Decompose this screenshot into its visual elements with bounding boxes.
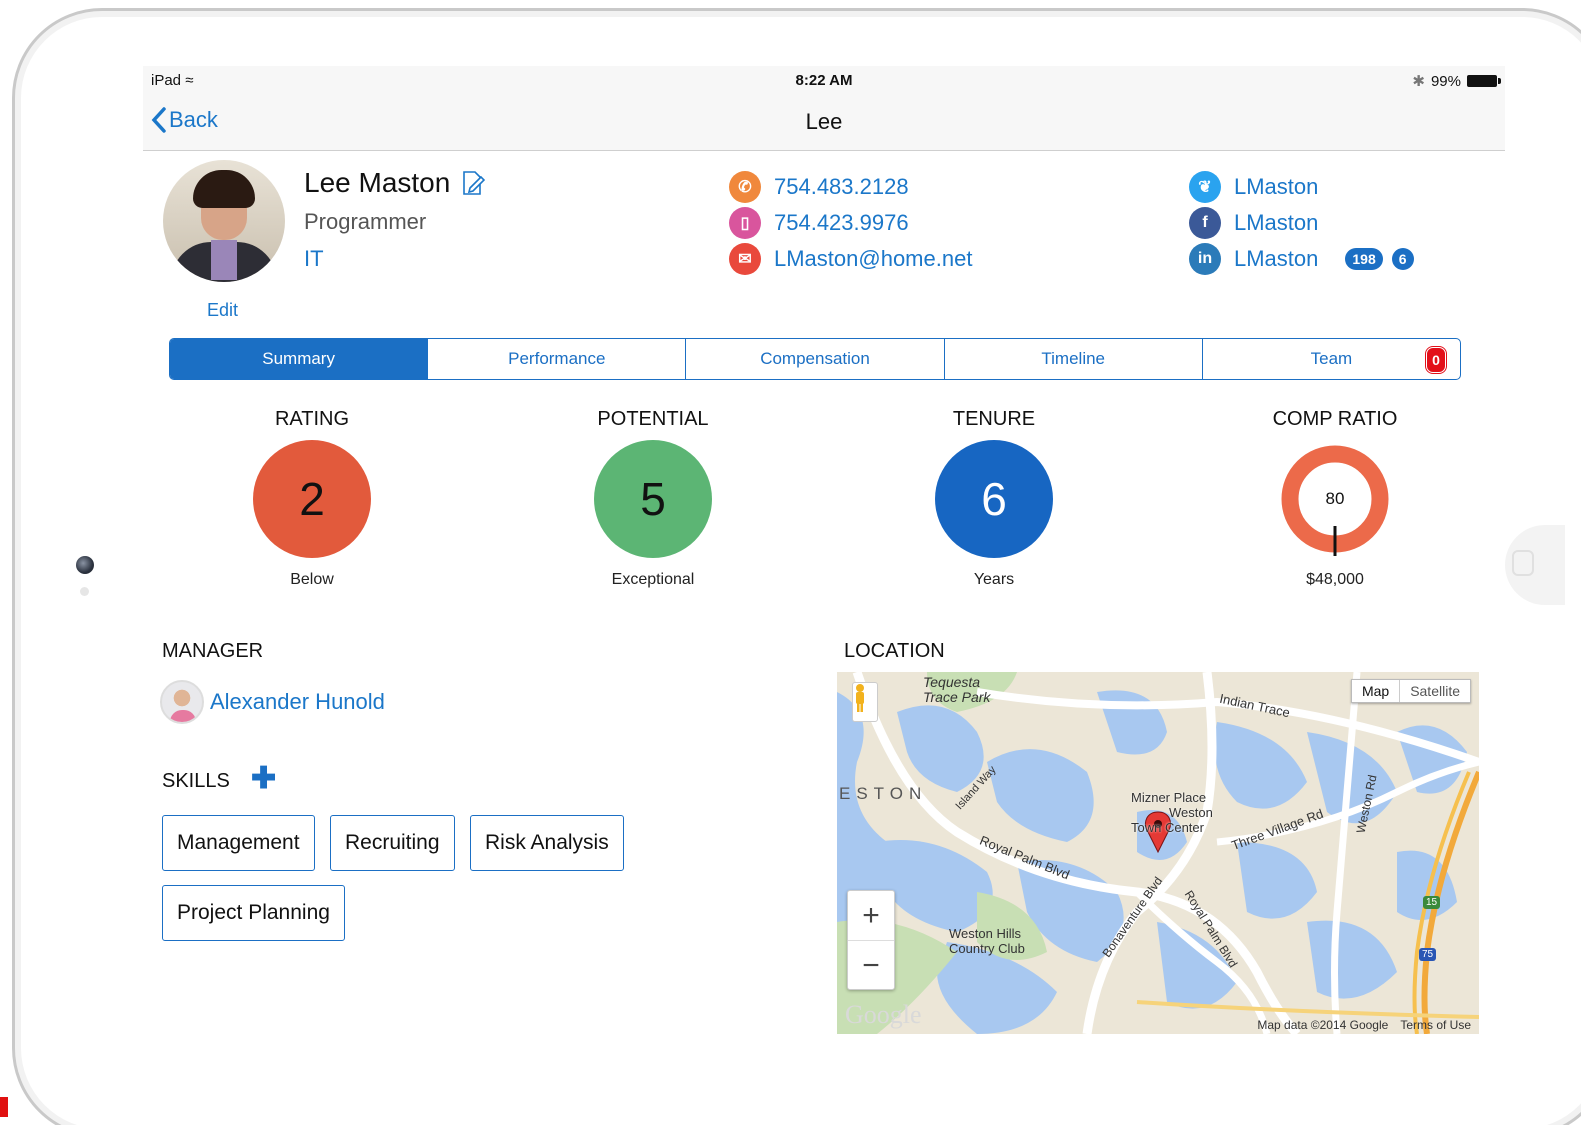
satellite-view-button[interactable]: Satellite — [1400, 680, 1470, 702]
tab-compensation[interactable]: Compensation — [686, 339, 945, 379]
add-skill-icon[interactable]: ✚ — [251, 764, 276, 794]
mobile-contact[interactable]: ▯ 754.423.9976 — [729, 207, 909, 239]
edit-icon[interactable] — [460, 170, 486, 196]
location-map[interactable]: Tequesta Trace Park Indian Trace ESTON I… — [837, 672, 1479, 1034]
profile-department[interactable]: IT — [304, 246, 324, 272]
linkedin-messages-badge: 6 — [1391, 248, 1414, 270]
tenure-sub: Years — [973, 571, 1015, 588]
status-time: 8:22 AM — [795, 72, 853, 89]
terms-link[interactable]: Terms of Use — [1400, 1018, 1471, 1032]
linkedin-contact[interactable]: in LMaston 198 6 — [1189, 243, 1414, 275]
street-view-icon[interactable] — [852, 682, 878, 722]
tab-summary[interactable]: Summary — [170, 339, 429, 379]
map-footer: Map data ©2014 Google Terms of Use — [1257, 1018, 1471, 1032]
comp-ratio-label: COMP RATIO — [1272, 408, 1398, 430]
corner-mark — [0, 1097, 8, 1117]
tenure-metric: TENURE 6 Years — [894, 408, 1094, 589]
zoom-in-button[interactable]: + — [848, 891, 894, 941]
rating-metric: RATING 2 Below — [212, 408, 412, 589]
camera-icon — [76, 556, 94, 574]
email-icon: ✉ — [729, 243, 761, 275]
rating-sub: Below — [290, 571, 334, 588]
tab-team[interactable]: Team 0 — [1203, 339, 1460, 379]
interstate-75-shield: 75 — [1419, 948, 1437, 961]
app-screen: iPad ≈ 8:22 AM ✱ 99% Back Lee Edit Lee M… — [143, 66, 1505, 1076]
profile-title: Programmer — [304, 209, 427, 234]
map-label-weston-2: Weston — [1169, 805, 1213, 820]
facebook-contact[interactable]: f LMaston — [1189, 207, 1318, 239]
battery-icon — [1467, 75, 1501, 87]
skill-chip-management[interactable]: Management — [162, 815, 315, 871]
nav-title: Lee — [805, 109, 843, 134]
team-count-badge: 0 — [1426, 347, 1447, 373]
rating-circle[interactable]: 2 — [253, 440, 371, 558]
twitter-handle: LMaston — [1234, 174, 1319, 199]
edit-photo-link[interactable]: Edit — [207, 300, 238, 321]
skill-chip-recruiting[interactable]: Recruiting — [330, 815, 455, 871]
battery-percent: 99% — [1430, 72, 1461, 90]
facebook-icon: f — [1189, 207, 1221, 239]
profile-avatar — [163, 160, 285, 282]
tab-performance[interactable]: Performance — [428, 339, 687, 379]
map-attribution: Map data ©2014 Google — [1257, 1018, 1389, 1032]
tab-timeline[interactable]: Timeline — [945, 339, 1203, 379]
comp-ratio-value: 80 — [1325, 489, 1345, 508]
comp-ratio-metric: COMP RATIO 80 $48,000 — [1235, 408, 1435, 589]
tab-bar: Summary Performance Compensation Timelin… — [169, 338, 1461, 380]
potential-metric: POTENTIAL 5 Exceptional — [553, 408, 753, 589]
sensor-dot — [80, 587, 89, 596]
mobile-icon: ▯ — [729, 207, 761, 239]
linkedin-icon: in — [1189, 243, 1221, 275]
facebook-handle: LMaston — [1234, 210, 1319, 235]
map-label-town-center: Town Center — [1131, 820, 1204, 835]
email-contact[interactable]: ✉ LMaston@home.net — [729, 243, 972, 275]
map-label-weston: ESTON — [839, 784, 928, 803]
map-label-mizner-1: Mizner Place — [1131, 790, 1207, 805]
twitter-contact[interactable]: ❦ LMaston — [1189, 171, 1318, 203]
rating-label: RATING — [274, 408, 350, 430]
map-label-park: Tequesta Trace Park — [923, 674, 991, 705]
profile-name-row: Lee Maston — [304, 167, 486, 199]
route-15-shield: 15 — [1423, 896, 1441, 909]
zoom-control: + − — [847, 890, 895, 990]
linkedin-connections-badge: 198 — [1345, 248, 1383, 270]
profile-name: Lee Maston — [304, 167, 451, 198]
mobile-number: 754.423.9976 — [774, 210, 909, 235]
map-type-toggle: Map Satellite — [1350, 679, 1471, 703]
map-tiles — [837, 672, 1479, 1034]
bluetooth-icon: ✱ — [1412, 73, 1425, 90]
phone-number: 754.483.2128 — [774, 174, 909, 199]
status-bar: iPad ≈ 8:22 AM ✱ 99% — [143, 66, 1505, 94]
status-right: ✱ 99% — [1412, 72, 1501, 90]
twitter-icon: ❦ — [1189, 171, 1221, 203]
map-label-mizner: Mizner Place Weston Town Center — [1131, 790, 1213, 835]
location-heading: LOCATION — [844, 640, 945, 662]
map-label-hills: Weston Hills Country Club — [949, 926, 1025, 956]
skill-chip-project-planning[interactable]: Project Planning — [162, 885, 345, 941]
map-view-button[interactable]: Map — [1352, 680, 1401, 702]
potential-sub: Exceptional — [611, 571, 695, 588]
skill-chip-risk-analysis[interactable]: Risk Analysis — [470, 815, 624, 871]
skills-heading: SKILLS — [162, 770, 230, 792]
phone-icon: ✆ — [729, 171, 761, 203]
tenure-circle[interactable]: 6 — [935, 440, 1053, 558]
potential-circle[interactable]: 5 — [594, 440, 712, 558]
google-logo: Google — [845, 1000, 922, 1029]
linkedin-handle: LMaston — [1234, 246, 1319, 271]
manager-avatar — [160, 680, 204, 724]
tab-team-label: Team — [1310, 349, 1353, 368]
zoom-out-button[interactable]: − — [848, 941, 894, 991]
manager-name: Alexander Hunold — [210, 689, 385, 714]
manager-link[interactable]: Alexander Hunold — [160, 680, 385, 724]
phone-contact[interactable]: ✆ 754.483.2128 — [729, 171, 909, 203]
email-address: LMaston@home.net — [774, 246, 973, 271]
tenure-label: TENURE — [952, 408, 1036, 430]
nav-bar: Back Lee — [143, 94, 1505, 151]
comp-ratio-sub: $48,000 — [1306, 571, 1364, 588]
home-button-icon — [1512, 550, 1534, 576]
comp-ratio-gauge[interactable]: 80 — [1276, 440, 1394, 558]
potential-label: POTENTIAL — [597, 408, 709, 430]
manager-heading: MANAGER — [162, 640, 264, 662]
